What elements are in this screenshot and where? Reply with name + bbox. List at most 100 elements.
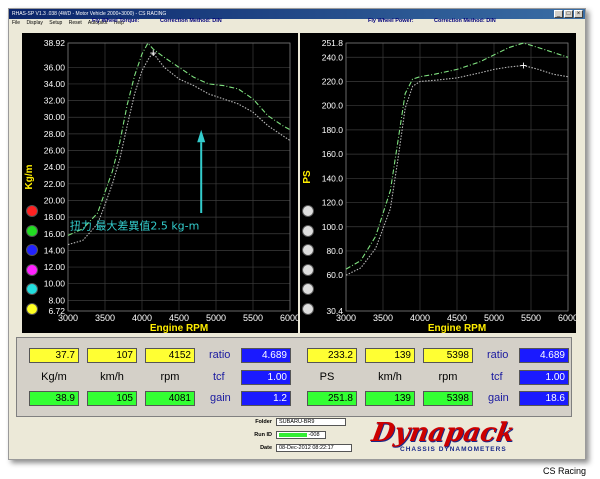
- y-tick-label: 200.0: [322, 101, 344, 111]
- logo-brand: Dynapack: [369, 418, 517, 448]
- dynapack-logo: Dynapack CHASSIS DYNAMOMETERS: [368, 418, 564, 456]
- y-tick-label: 240.0: [322, 52, 344, 62]
- power-chart: 3000 3500 4000 4500 5000 5500 6000 251.8 240.0 22…: [300, 33, 576, 333]
- folder-field: SUBARU-BR9: [276, 418, 346, 426]
- speed-value-current: 107: [87, 348, 137, 363]
- y-tick-label: 36.00: [44, 62, 66, 72]
- power-value-current: 233.2: [307, 348, 357, 363]
- right-indicator-dot[interactable]: [302, 244, 314, 256]
- torque-value-current: 37.7: [29, 348, 79, 363]
- tcf-label: tcf: [213, 371, 225, 383]
- x-tick-label: 4500: [169, 313, 189, 323]
- menu-setup[interactable]: Setup: [49, 20, 62, 26]
- menu-reset[interactable]: Reset: [69, 20, 82, 26]
- y-tick-label: 120.0: [322, 198, 344, 208]
- rpm-value-peak: 4081: [145, 391, 195, 406]
- speed-value-peak: 105: [87, 391, 137, 406]
- x-tick-label: 4000: [410, 313, 430, 323]
- y-tick-label: 180.0: [322, 125, 344, 135]
- power-speed-value-peak: 139: [365, 391, 415, 406]
- power-gain-label: gain: [488, 392, 509, 404]
- run-id-field: -008: [276, 431, 326, 439]
- date-field: 08-Dec-2012 08:22:17: [276, 444, 352, 452]
- right-indicator-dot[interactable]: [302, 263, 314, 276]
- minimize-button[interactable]: _: [554, 10, 563, 18]
- y-tick-label: 14.00: [44, 245, 66, 255]
- left-indicator-dot[interactable]: [26, 283, 38, 295]
- annotation-text: 扭力 最大差異值2.5 kg-m: [70, 219, 200, 233]
- power-ratio-label: ratio: [487, 349, 509, 361]
- x-tick-label: 5500: [243, 313, 263, 323]
- rpm-value-current: 4152: [145, 348, 195, 363]
- y-axis-label: PS: [302, 170, 313, 184]
- menu-display[interactable]: Display: [26, 20, 42, 26]
- date-label: Date: [260, 445, 272, 451]
- right-indicator-dot[interactable]: [302, 205, 314, 217]
- y-tick-label: 20.00: [44, 195, 66, 205]
- y-tick-label: 140.0: [322, 173, 344, 183]
- y-tick-label: 18.00: [44, 212, 66, 222]
- speed-unit-label: km/h: [100, 371, 124, 383]
- y-tick-label: 28.00: [44, 129, 66, 139]
- x-tick-label: 4000: [132, 313, 152, 323]
- y-tick-label: 24.00: [44, 162, 66, 172]
- run-info: Folder SUBARU-BR9 Run ID -008 Date 08-De…: [234, 417, 356, 457]
- window-title: RHAS-SP V1.3 .038 (4WD - Motor Vehicle 2…: [12, 11, 167, 17]
- torque-panel-header: Fly Wheel Torque:: [92, 18, 140, 24]
- right-indicator-dot[interactable]: [302, 283, 314, 295]
- chart-svg: 3000 3500 4000 4500 5000 5500 6000251.8240.022…: [302, 38, 576, 333]
- y-tick-label: 80.0: [326, 246, 343, 256]
- power-rpm-value-peak: 5398: [423, 391, 473, 406]
- power-gain-value: 18.6: [519, 391, 569, 406]
- menu-file[interactable]: File: [12, 20, 20, 26]
- y-tick-label: 251.8: [322, 38, 344, 48]
- cursor-marker: +: [520, 59, 527, 73]
- power-rpm-value-current: 5398: [423, 348, 473, 363]
- y-tick-label: 16.00: [44, 229, 66, 239]
- chart-svg: 3000 3500 4000 4500 5000 5500 600038.9236.0034…: [24, 38, 298, 333]
- power-unit-label: PS: [319, 371, 335, 383]
- tcf-value: 1.00: [241, 370, 291, 385]
- left-indicator-dot[interactable]: [26, 302, 38, 315]
- x-tick-label: 3500: [95, 313, 115, 323]
- left-indicator-dot[interactable]: [26, 224, 38, 237]
- right-indicator-dot[interactable]: [302, 302, 314, 315]
- x-tick-label: 6000: [558, 313, 576, 323]
- right-indicator-dot[interactable]: [302, 224, 314, 237]
- run-id-label: Run ID: [254, 432, 272, 438]
- left-indicator-dot[interactable]: [26, 244, 38, 256]
- y-tick-label: 22.00: [44, 179, 66, 189]
- x-tick-label: 5000: [206, 313, 226, 323]
- gain-value: 1.2: [241, 391, 291, 406]
- left-indicator-dot[interactable]: [26, 205, 38, 217]
- run-progress-bar: [279, 432, 307, 437]
- x-tick-label: 6000: [280, 313, 298, 323]
- left-indicator-dot[interactable]: [26, 263, 38, 276]
- torque-value-peak: 38.9: [29, 391, 79, 406]
- y-tick-label: 30.00: [44, 112, 66, 122]
- torque-correction-method: Correction Method: DIN: [160, 18, 222, 24]
- y-tick-label: 26.00: [44, 146, 66, 156]
- y-tick-label: 8.00: [48, 295, 65, 305]
- power-speed-value-current: 139: [365, 348, 415, 363]
- y-tick-label: 60.0: [326, 270, 343, 280]
- power-value-peak: 251.8: [307, 391, 357, 406]
- ratio-label: ratio: [209, 349, 231, 361]
- y-tick-label: 10.00: [44, 279, 66, 289]
- power-speed-unit-label: km/h: [378, 371, 402, 383]
- y-tick-label: 6.72: [48, 306, 65, 316]
- x-tick-label: 3500: [373, 313, 393, 323]
- annotation-arrow-head: [197, 129, 206, 143]
- y-tick-label: 220.0: [322, 76, 344, 86]
- rpm-unit-label: rpm: [160, 371, 180, 383]
- power-panel-header: Fly Wheel Power:: [368, 18, 414, 24]
- y-axis-label: Kg/m: [24, 164, 35, 189]
- x-tick-label: 5000: [484, 313, 504, 323]
- power-tcf-value: 1.00: [519, 370, 569, 385]
- maximize-button[interactable]: □: [564, 10, 573, 18]
- torque-unit-label: Kg/m: [41, 371, 67, 383]
- torque-chart: 3000 3500 4000 4500 5000 5500 6000 38.92 36.00 34…: [22, 33, 298, 333]
- power-rpm-unit-label: rpm: [438, 371, 458, 383]
- x-axis-label: Engine RPM: [428, 323, 486, 333]
- close-button[interactable]: ×: [574, 10, 583, 18]
